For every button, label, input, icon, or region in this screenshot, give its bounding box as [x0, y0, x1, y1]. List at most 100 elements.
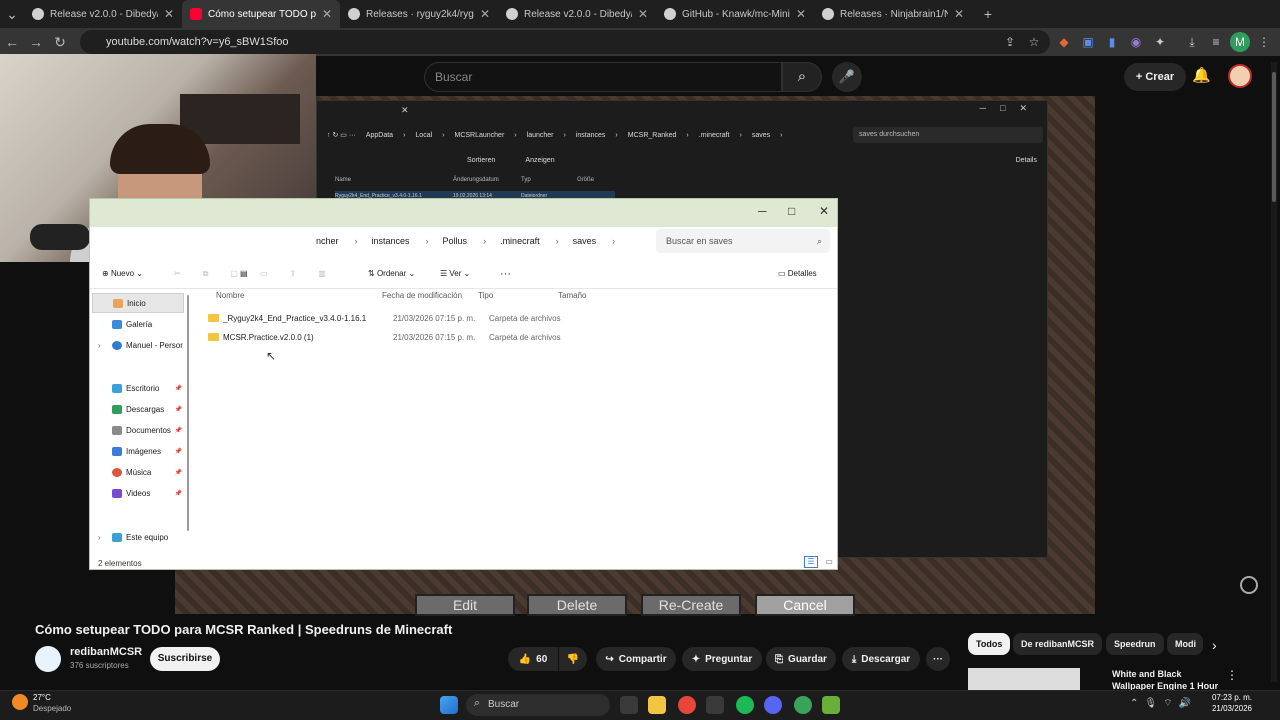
nav-item[interactable]: › Este equipo [92, 527, 184, 547]
sort-button[interactable]: ⇅ Ordenar ⌄ [368, 269, 415, 278]
chip-more[interactable]: Modi [1167, 633, 1203, 655]
nav-item[interactable]: Inicio [92, 293, 184, 313]
clock-time[interactable]: 07:23 p. m. [1210, 693, 1252, 702]
tray-icons[interactable]: ⌃🎙⌔🔊 [1130, 697, 1197, 710]
user-avatar[interactable] [1228, 64, 1252, 88]
address-bar[interactable]: youtube.com/watch?v=y6_sBW1Sfoo [80, 30, 1050, 54]
browser-tab[interactable]: Releases · Ninjabrain1/Ninjabra ✕ [814, 0, 972, 28]
chip-speedrun[interactable]: Speedrun [1106, 633, 1164, 655]
close-tab-icon[interactable]: ✕ [638, 7, 648, 21]
ask-button[interactable]: ✦ Preguntar [682, 647, 762, 671]
download-button[interactable]: ⤓ Descargar [842, 647, 920, 671]
expand-icon[interactable]: › [98, 341, 101, 350]
col-header-type[interactable]: Tipo [478, 291, 493, 300]
windows-start-icon[interactable] [440, 696, 458, 714]
minimize-icon[interactable]: ─ [758, 204, 767, 218]
crumb[interactable]: instances [372, 236, 410, 246]
file-explorer-icon[interactable] [648, 696, 666, 714]
chevron-right-icon[interactable]: › [1212, 637, 1217, 653]
nav-scrollbar[interactable] [187, 295, 189, 531]
browser-tab[interactable]: Release v2.0.0 - Dibedy/The-MC ✕ [24, 0, 182, 28]
nav-item[interactable]: Descargas 📌 [92, 399, 184, 419]
col-header-name[interactable]: Nombre [216, 291, 244, 300]
paste-icon[interactable]: ▤ [240, 269, 248, 278]
nav-item[interactable]: › Manuel - Persor [92, 335, 184, 355]
replay-icon[interactable] [1240, 576, 1258, 594]
weather-desc[interactable]: Despejado [33, 704, 71, 713]
minecraft-icon[interactable] [822, 696, 840, 714]
browser-tab[interactable]: Release v2.0.0 - Dibedy/The-MC ✕ [498, 0, 656, 28]
create-button[interactable]: + Crear [1124, 63, 1186, 91]
search-icon[interactable]: ⌕ [782, 62, 822, 92]
nav-item[interactable]: Videos 📌 [92, 483, 184, 503]
close-tab-icon[interactable]: ✕ [954, 7, 964, 21]
more-actions-button[interactable]: ··· [926, 647, 950, 671]
profile-avatar[interactable]: M [1230, 32, 1250, 52]
save-button[interactable]: ⎘ Guardar [766, 647, 836, 671]
install-icon[interactable]: ⇪ [1000, 32, 1020, 52]
reload-icon[interactable]: ↻ [48, 34, 72, 51]
close-icon[interactable]: ✕ [819, 204, 829, 218]
explorer-search-input[interactable]: Buscar en saves ⌕ [656, 229, 830, 253]
nav-item[interactable]: Imágenes 📌 [92, 441, 184, 461]
close-tab-icon[interactable]: ✕ [796, 7, 806, 21]
channel-avatar[interactable] [35, 646, 61, 672]
weather-icon[interactable] [12, 694, 28, 710]
translate-icon[interactable]: ▣ [1078, 32, 1098, 52]
details-button[interactable]: ▭ Detalles [778, 269, 817, 278]
back-icon[interactable]: ← [0, 34, 24, 50]
menu-icon[interactable]: ⋮ [1254, 32, 1274, 52]
channel-name[interactable]: redibanMCSR [70, 646, 142, 658]
recommended-title[interactable]: White and Black Wallpaper Engine 1 Hour [1112, 668, 1222, 692]
forward-icon[interactable]: → [24, 34, 48, 50]
view-button[interactable]: ☰ Ver ⌄ [440, 269, 470, 278]
spotify-icon[interactable] [736, 696, 754, 714]
browser-tab[interactable]: Releases · ryguy2k4/ryguy2k4e ✕ [340, 0, 498, 28]
nav-item[interactable]: Música 📌 [92, 462, 184, 482]
nav-item[interactable]: Galería [92, 314, 184, 334]
like-button[interactable]: 👍 60 [508, 647, 558, 671]
share-button[interactable]: ↪ Compartir [596, 647, 676, 671]
mic-icon[interactable]: 🎤 [832, 62, 862, 92]
nav-item[interactable]: Documentos 📌 [92, 420, 184, 440]
col-header-date[interactable]: Fecha de modificación [382, 291, 462, 300]
file-row[interactable]: MCSR.Practice.v2.0.0 (1) 21/03/2026 07:1… [208, 329, 668, 345]
puzzle-icon[interactable]: ✦ [1150, 32, 1170, 52]
weather-temp[interactable]: 27°C [33, 693, 51, 702]
task-view-icon[interactable] [620, 696, 638, 714]
maximize-icon[interactable]: □ [788, 204, 795, 218]
file-row[interactable]: _Ryguy2k4_End_Practice_v3.4.0-1.16.1 21/… [208, 310, 668, 326]
more-icon[interactable]: ··· [500, 268, 511, 280]
download-icon[interactable]: ⤓ [1182, 32, 1202, 52]
subscribe-button[interactable]: Suscribirse [150, 647, 220, 671]
col-header-size[interactable]: Tamaño [558, 291, 586, 300]
close-tab-icon[interactable]: ✕ [322, 7, 332, 21]
chip-channel[interactable]: De redibanMCSR [1013, 633, 1103, 655]
bookmark-star-icon[interactable]: ☆ [1024, 32, 1044, 52]
expand-icon[interactable]: › [98, 533, 101, 542]
extension-icon[interactable]: ◆ [1054, 32, 1074, 52]
nav-item[interactable]: Escritorio 📌 [92, 378, 184, 398]
chip-all[interactable]: Todos [968, 633, 1011, 655]
crumb[interactable]: Pollus [443, 236, 468, 246]
app-icon[interactable] [706, 696, 724, 714]
crumb[interactable]: saves [573, 236, 597, 246]
media-icon[interactable]: ≡ [1206, 32, 1226, 52]
bell-icon[interactable]: 🔔 [1192, 66, 1211, 84]
details-view-icon[interactable]: ☰ [804, 556, 818, 568]
tab-search-icon[interactable]: ⌄ [0, 6, 24, 23]
taskbar-search[interactable]: Buscar [466, 694, 610, 716]
dislike-button[interactable]: 👎 [559, 647, 587, 671]
browser-tab[interactable]: Cómo setupear TODO para MC ✕ [182, 0, 340, 28]
browser-tab[interactable]: GitHub - Knawk/mc-MiniPractic ✕ [656, 0, 814, 28]
app-green-icon[interactable] [794, 696, 812, 714]
crumb[interactable]: .minecraft [500, 236, 540, 246]
tiles-view-icon[interactable]: ▭ [822, 556, 836, 568]
crumb[interactable]: ncher [316, 236, 339, 246]
clock-date[interactable]: 21/03/2026 [1210, 704, 1252, 713]
close-tab-icon[interactable]: ✕ [480, 7, 490, 21]
chrome-icon[interactable] [678, 696, 696, 714]
discord-icon[interactable] [764, 696, 782, 714]
new-tab-button[interactable]: + [976, 6, 1000, 22]
new-button[interactable]: ⊕ Nuevo ⌄ [102, 269, 143, 278]
